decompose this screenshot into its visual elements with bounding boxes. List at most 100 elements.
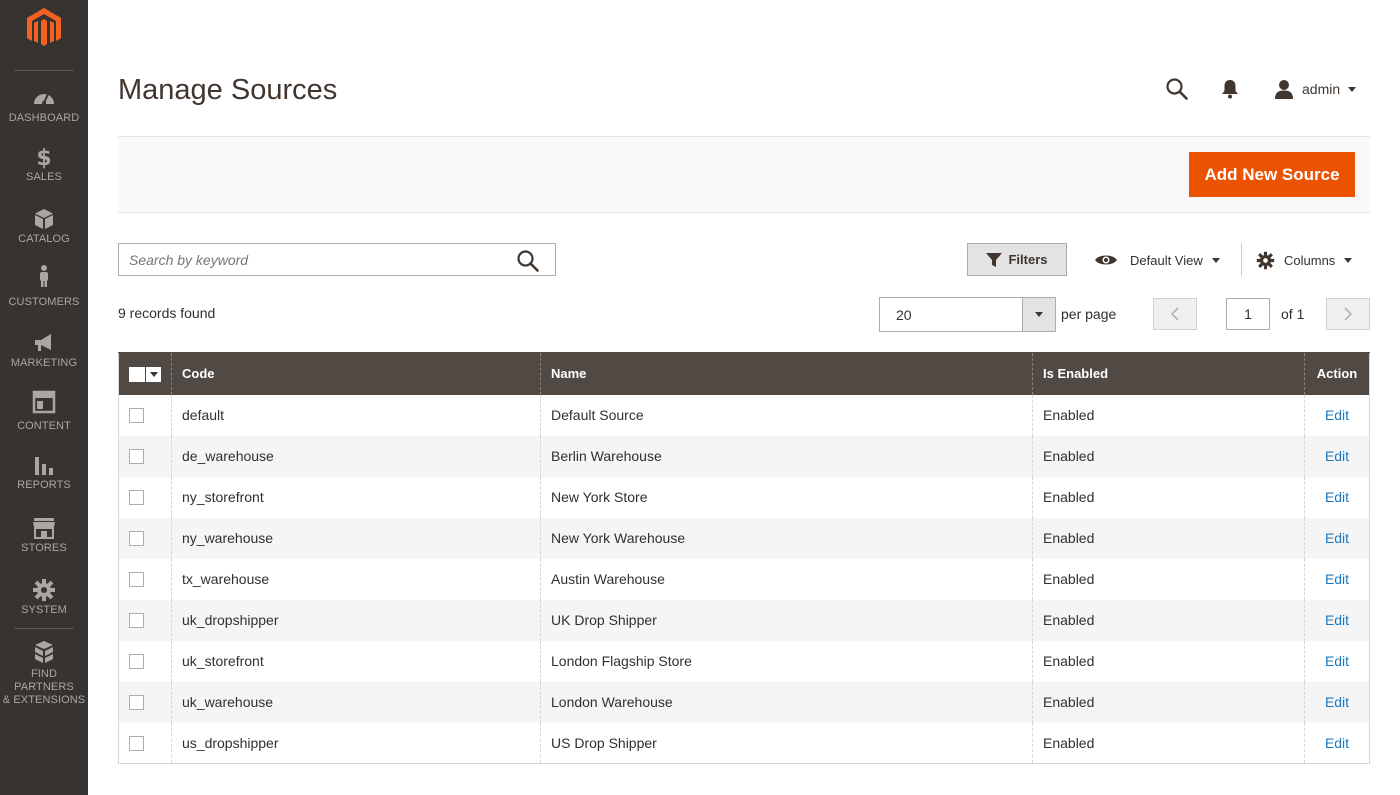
cell-is-enabled: Enabled <box>1032 435 1305 477</box>
table-row: ny_storefront New York Store Enabled Edit <box>119 476 1370 518</box>
cell-is-enabled: Enabled <box>1032 640 1305 682</box>
columns-label: Columns <box>1284 252 1336 268</box>
layout-icon <box>32 390 56 414</box>
mass-select-control[interactable] <box>129 366 161 382</box>
chevron-left-icon <box>1170 307 1179 321</box>
edit-link[interactable]: Edit <box>1325 694 1349 710</box>
sidebar-item-system[interactable]: SYSTEM <box>0 578 88 617</box>
next-page-button[interactable] <box>1326 298 1370 330</box>
sidebar-item-customers[interactable]: CUSTOMERS <box>0 264 88 309</box>
column-header-action: Action <box>1304 352 1370 395</box>
cell-name: Default Source <box>540 394 1033 436</box>
sidebar-item-label: CATALOG <box>18 233 70 245</box>
magento-logo-icon[interactable] <box>26 7 62 49</box>
sidebar-item-label: REPORTS <box>17 479 71 491</box>
cell-code: uk_storefront <box>171 640 541 682</box>
sidebar-item-dashboard[interactable]: DASHBOARD <box>0 86 88 125</box>
admin-user-menu[interactable]: admin <box>1274 78 1357 100</box>
table-row: de_warehouse Berlin Warehouse Enabled Edit <box>118 435 1370 477</box>
edit-link[interactable]: Edit <box>1325 612 1349 628</box>
sidebar-item-sales[interactable]: $ SALES <box>0 145 88 184</box>
cell-code: default <box>171 394 541 436</box>
edit-link[interactable]: Edit <box>1325 653 1349 669</box>
person-icon <box>40 265 48 287</box>
sidebar-item-find-partners[interactable]: FIND PARTNERS & EXTENSIONS <box>0 640 88 707</box>
sidebar-item-content[interactable]: CONTENT <box>0 390 88 433</box>
edit-link[interactable]: Edit <box>1325 489 1349 505</box>
row-checkbox[interactable] <box>129 695 144 711</box>
add-new-source-button[interactable]: Add New Source <box>1189 152 1355 197</box>
per-page-dropdown-button[interactable] <box>1022 298 1055 331</box>
sidebar-item-label: CONTENT <box>17 420 71 432</box>
column-header-code[interactable]: Code <box>171 352 541 395</box>
view-label: Default View <box>1130 252 1203 268</box>
sidebar-item-marketing[interactable]: MARKETING <box>0 331 88 370</box>
columns-control[interactable]: Columns <box>1256 249 1353 271</box>
box-icon <box>35 209 53 229</box>
notifications-bell-icon[interactable] <box>1221 79 1239 99</box>
row-checkbox[interactable] <box>129 736 144 752</box>
search-icon[interactable] <box>1166 78 1188 100</box>
edit-link[interactable]: Edit <box>1325 735 1349 751</box>
mass-select-header <box>118 352 172 395</box>
filters-button[interactable]: Filters <box>967 243 1067 276</box>
mass-select-dropdown[interactable] <box>146 366 161 382</box>
sidebar-item-label: DASHBOARD <box>8 112 80 124</box>
row-checkbox[interactable] <box>129 531 144 547</box>
table-row: ny_warehouse New York Warehouse Enabled Edi… <box>118 517 1370 559</box>
admin-username: admin <box>1302 81 1341 97</box>
cell-action: Edit <box>1304 476 1370 518</box>
row-checkbox[interactable] <box>129 654 144 670</box>
cell-is-enabled: Enabled <box>1032 517 1305 559</box>
previous-page-button[interactable] <box>1153 298 1197 330</box>
chevron-down-icon <box>1348 86 1357 92</box>
chevron-down-icon <box>149 371 158 377</box>
cell-action: Edit <box>1304 681 1370 723</box>
row-checkbox[interactable] <box>129 408 144 424</box>
row-checkbox[interactable] <box>129 449 144 465</box>
sidebar-item-stores[interactable]: STORES <box>0 516 88 555</box>
row-select-cell <box>118 681 172 723</box>
cell-name: London Warehouse <box>540 681 1033 723</box>
row-checkbox[interactable] <box>129 572 144 588</box>
sidebar-item-label: STORES <box>21 542 67 554</box>
page-number-input[interactable] <box>1226 298 1270 330</box>
per-page-select[interactable]: 20 <box>879 297 1056 332</box>
column-header-is-enabled[interactable]: Is Enabled <box>1032 352 1305 395</box>
row-select-cell <box>119 641 172 682</box>
edit-link[interactable]: Edit <box>1325 571 1349 587</box>
select-all-checkbox[interactable] <box>129 366 145 382</box>
cell-code: uk_dropshipper <box>171 599 541 641</box>
edit-link[interactable]: Edit <box>1325 448 1349 464</box>
sidebar-divider <box>14 70 74 71</box>
eye-icon <box>1095 255 1117 265</box>
sidebar-item-reports[interactable]: REPORTS <box>0 453 88 492</box>
storefront-icon <box>33 518 55 539</box>
records-count: 9 records found <box>118 305 216 321</box>
edit-link[interactable]: Edit <box>1325 530 1349 546</box>
row-select-cell <box>118 435 172 477</box>
blocks-icon <box>35 641 53 663</box>
edit-link[interactable]: Edit <box>1325 407 1349 423</box>
cell-is-enabled: Enabled <box>1032 722 1305 764</box>
cell-name: London Flagship Store <box>540 640 1033 682</box>
chevron-down-icon <box>1344 257 1353 263</box>
column-header-name[interactable]: Name <box>540 352 1033 395</box>
sidebar-item-label: SYSTEM <box>21 604 67 616</box>
page-actions-bar <box>118 136 1370 213</box>
sidebar-divider <box>14 628 74 629</box>
cell-name: US Drop Shipper <box>540 722 1033 764</box>
view-switcher[interactable]: Default View <box>1094 249 1220 271</box>
cell-name: Berlin Warehouse <box>540 435 1033 477</box>
search-input[interactable] <box>119 244 499 275</box>
row-checkbox[interactable] <box>129 490 144 506</box>
cell-action: Edit <box>1304 722 1370 764</box>
cell-is-enabled: Enabled <box>1032 558 1305 600</box>
svg-text:$: $ <box>36 146 51 169</box>
sidebar-item-catalog[interactable]: CATALOG <box>0 207 88 246</box>
search-submit-icon[interactable] <box>517 250 539 272</box>
cell-name: New York Store <box>540 476 1033 518</box>
table-row: uk_warehouse London Warehouse Enabled Edit <box>118 681 1370 723</box>
row-checkbox[interactable] <box>129 613 144 629</box>
sidebar-item-label: MARKETING <box>10 357 78 369</box>
